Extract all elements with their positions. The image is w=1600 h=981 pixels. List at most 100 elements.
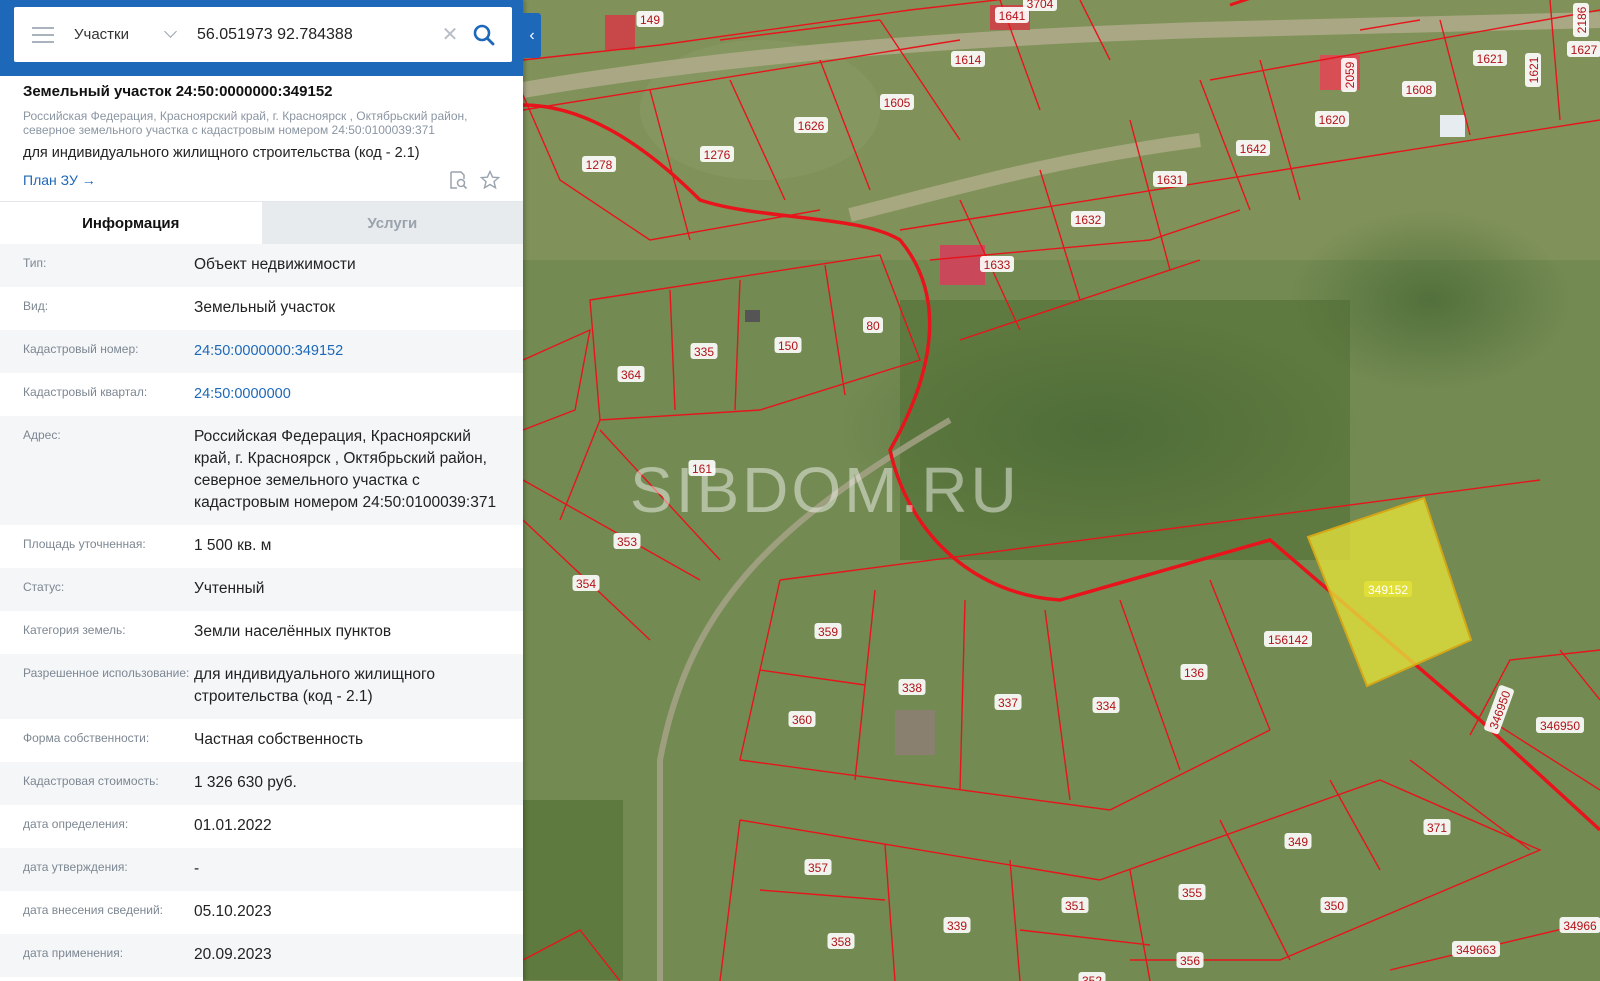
parcel-label[interactable]: 1632 (1071, 211, 1105, 227)
svg-text:356: 356 (1180, 954, 1200, 968)
document-search-icon[interactable] (448, 170, 468, 190)
parcel-label[interactable]: 34966 (1559, 917, 1600, 933)
parcel-label[interactable]: 150 (774, 337, 802, 353)
search-box: Участки 56.051973 92.784388 ✕ (14, 7, 512, 62)
collapse-panel-button[interactable]: ‹ (523, 13, 541, 58)
search-input[interactable]: 56.051973 92.784388 (197, 26, 440, 44)
svg-text:161: 161 (692, 462, 712, 476)
parcel-label[interactable]: 1614 (951, 51, 985, 67)
parcel-label[interactable]: 1608 (1402, 81, 1436, 97)
parcel-label[interactable]: 358 (827, 933, 855, 949)
parcel-label[interactable]: 149 (636, 11, 664, 27)
svg-text:334: 334 (1096, 699, 1116, 713)
row-label: Вид: (23, 299, 49, 313)
svg-text:1278: 1278 (586, 158, 613, 172)
row-label: Адрес: (23, 428, 61, 442)
svg-text:335: 335 (694, 345, 714, 359)
parcel-label[interactable]: 349 (1284, 833, 1312, 849)
parcel-label[interactable]: 371 (1423, 819, 1451, 835)
parcel-label[interactable]: 355 (1178, 884, 1206, 900)
parcel-label[interactable]: 334 (1092, 697, 1120, 713)
svg-text:339: 339 (947, 919, 967, 933)
parcel-label[interactable]: 1620 (1315, 111, 1349, 127)
row-value: 1 500 кв. м (194, 537, 272, 554)
parcel-label[interactable]: 351 (1061, 897, 1089, 913)
parcel-label[interactable]: 2186 (1573, 3, 1589, 37)
parcel-label[interactable]: 2059 (1341, 58, 1357, 92)
parcel-label[interactable]: 1631 (1153, 171, 1187, 187)
cadastral-quarter-link[interactable]: 24:50:0000000 (194, 383, 523, 405)
parcel-label[interactable]: 353 (613, 533, 641, 549)
search-type-select[interactable]: Участки (74, 26, 164, 43)
menu-icon[interactable] (32, 26, 54, 43)
info-row: Тип: Объект недвижимости (0, 244, 523, 287)
parcel-label[interactable]: 1605 (880, 94, 914, 110)
svg-text:352: 352 (1082, 974, 1102, 981)
parcel-label[interactable]: 346950 (1536, 717, 1584, 733)
svg-text:359: 359 (818, 625, 838, 639)
parcel-label[interactable]: 364 (617, 366, 645, 382)
info-row: дата утверждения: - (0, 848, 523, 891)
parcel-label[interactable]: 360 (788, 711, 816, 727)
info-row: Кадастровая стоимость: 1 326 630 руб. (0, 762, 523, 805)
parcel-label[interactable]: 1621 (1473, 50, 1507, 66)
row-value: Российская Федерация, Красноярский край,… (194, 428, 497, 511)
svg-text:371: 371 (1427, 821, 1447, 835)
parcel-label[interactable]: 156142 (1264, 631, 1312, 647)
parcel-label[interactable]: 338 (898, 679, 926, 695)
parcel-label[interactable]: 136 (1180, 664, 1208, 680)
parcel-label[interactable]: 335 (690, 343, 718, 359)
parcel-label[interactable]: 356 (1176, 952, 1204, 968)
row-label: Разрешенное использование: (23, 666, 190, 680)
parcel-label[interactable]: 1633 (980, 256, 1014, 272)
parcel-label[interactable]: 1627 (1567, 41, 1600, 57)
chevron-down-icon[interactable] (164, 25, 177, 38)
parcel-label[interactable]: 352 (1078, 972, 1106, 981)
parcel-label[interactable]: 1276 (700, 146, 734, 162)
row-value: Земельный участок (194, 299, 336, 316)
svg-text:3704: 3704 (1027, 0, 1054, 11)
svg-text:1627: 1627 (1571, 43, 1598, 57)
parcel-label[interactable]: 339 (943, 917, 971, 933)
parcel-label[interactable]: 359 (814, 623, 842, 639)
svg-text:34966: 34966 (1563, 919, 1597, 933)
parcel-label[interactable]: 1278 (582, 156, 616, 172)
tab-services[interactable]: Услуги (261, 202, 523, 244)
row-value: Земли населённых пунктов (194, 623, 392, 640)
parcel-label[interactable]: 350 (1320, 897, 1348, 913)
svg-text:1614: 1614 (955, 53, 982, 67)
parcel-label[interactable]: 337 (994, 694, 1022, 710)
parcel-label[interactable]: 349663 (1452, 941, 1500, 957)
row-value: - (194, 860, 200, 877)
parcel-label[interactable]: 357 (804, 859, 832, 875)
tab-information[interactable]: Информация (0, 202, 262, 244)
svg-text:1641: 1641 (999, 9, 1026, 23)
row-value: Объект недвижимости (194, 256, 356, 273)
info-row: Разрешенное использование: для индивидуал… (0, 654, 523, 719)
parcel-label[interactable]: 354 (572, 575, 600, 591)
parcel-label[interactable]: 1642 (1236, 140, 1270, 156)
star-icon[interactable] (480, 170, 500, 190)
plan-link[interactable]: План ЗУ → (23, 172, 436, 188)
svg-text:2059: 2059 (1343, 61, 1357, 88)
parcel-label[interactable]: 161 (688, 460, 716, 476)
row-value: 01.01.2022 (194, 817, 272, 834)
svg-text:338: 338 (902, 681, 922, 695)
info-row: Кадастровый квартал: 24:50:0000000 (0, 373, 523, 416)
svg-text:2186: 2186 (1575, 6, 1589, 33)
parcel-label[interactable]: 80 (863, 317, 883, 333)
parcel-label[interactable]: 1621 (1525, 53, 1541, 87)
search-bar: Участки 56.051973 92.784388 ✕ (0, 0, 523, 76)
parcel-label[interactable]: 349152 (1364, 581, 1412, 597)
svg-text:1631: 1631 (1157, 173, 1184, 187)
parcel-label[interactable]: 3704 (1023, 0, 1057, 11)
row-value: Частная собственность (194, 731, 364, 748)
svg-text:355: 355 (1182, 886, 1202, 900)
svg-text:351: 351 (1065, 899, 1085, 913)
parcel-label[interactable]: 1626 (794, 117, 828, 133)
close-icon[interactable]: ✕ (440, 22, 460, 47)
svg-text:353: 353 (617, 535, 637, 549)
search-icon[interactable] (472, 23, 496, 47)
svg-text:156142: 156142 (1268, 633, 1308, 647)
cadastral-number-link[interactable]: 24:50:0000000:349152 (194, 340, 523, 362)
